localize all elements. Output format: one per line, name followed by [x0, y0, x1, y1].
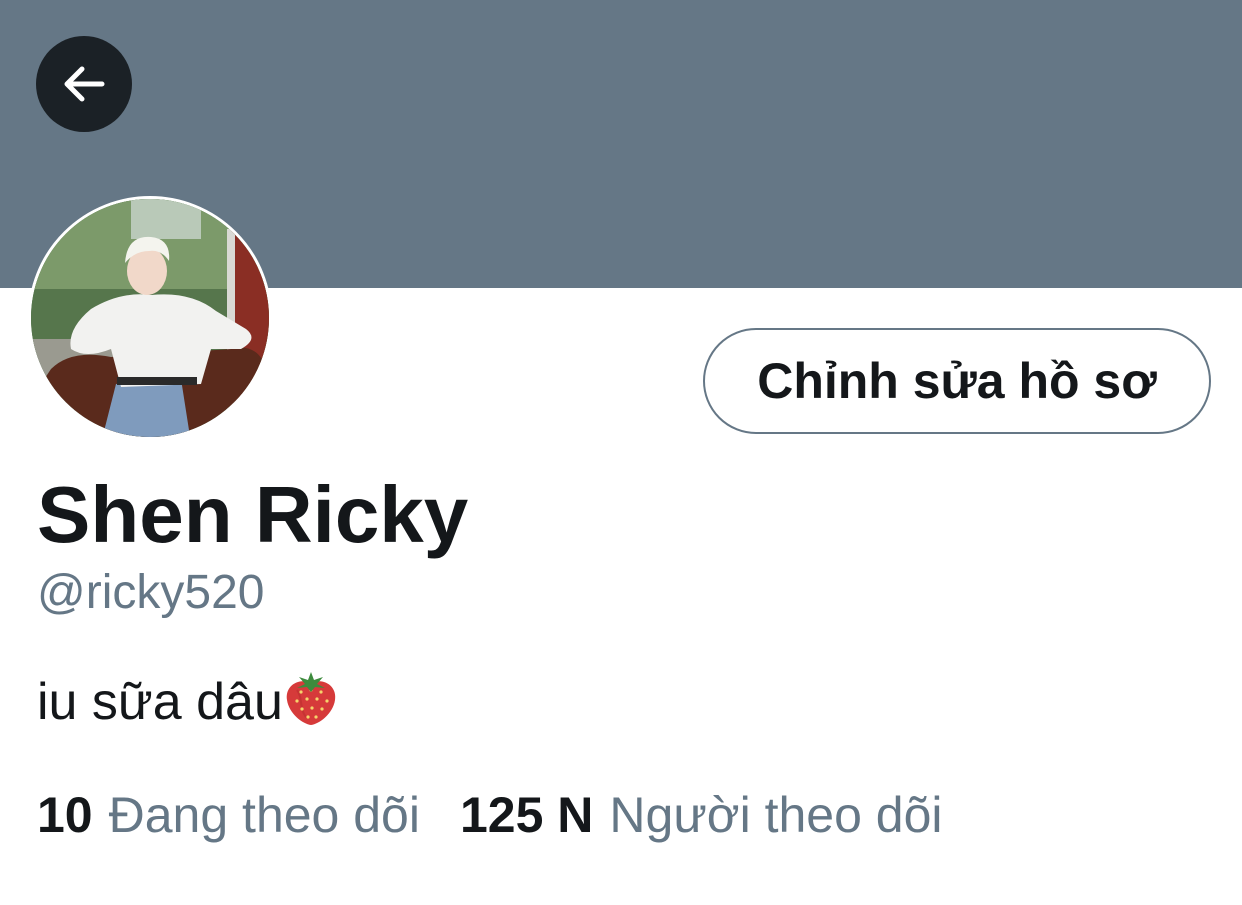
strawberry-icon — [283, 668, 339, 735]
bio: iu sữa dâu — [37, 668, 339, 735]
display-name: Shen Ricky — [37, 470, 469, 559]
followers-stat[interactable]: 125 N Người theo dõi — [460, 790, 943, 840]
avatar-photo — [31, 199, 269, 437]
profile-stats: 10 Đang theo dõi 125 N Người theo dõi — [37, 790, 943, 840]
edit-profile-button[interactable]: Chỉnh sửa hồ sơ — [703, 328, 1211, 434]
username-handle: @ricky520 — [37, 566, 265, 619]
followers-label: Người theo dõi — [609, 787, 943, 843]
bio-text: iu sữa dâu — [37, 672, 283, 731]
arrow-left-icon — [64, 66, 105, 102]
following-label: Đang theo dõi — [108, 787, 420, 843]
avatar[interactable] — [28, 196, 272, 440]
back-button[interactable] — [36, 36, 132, 132]
following-count: 10 — [37, 787, 93, 843]
followers-count: 125 N — [459, 787, 594, 843]
following-stat[interactable]: 10 Đang theo dõi — [37, 790, 420, 840]
